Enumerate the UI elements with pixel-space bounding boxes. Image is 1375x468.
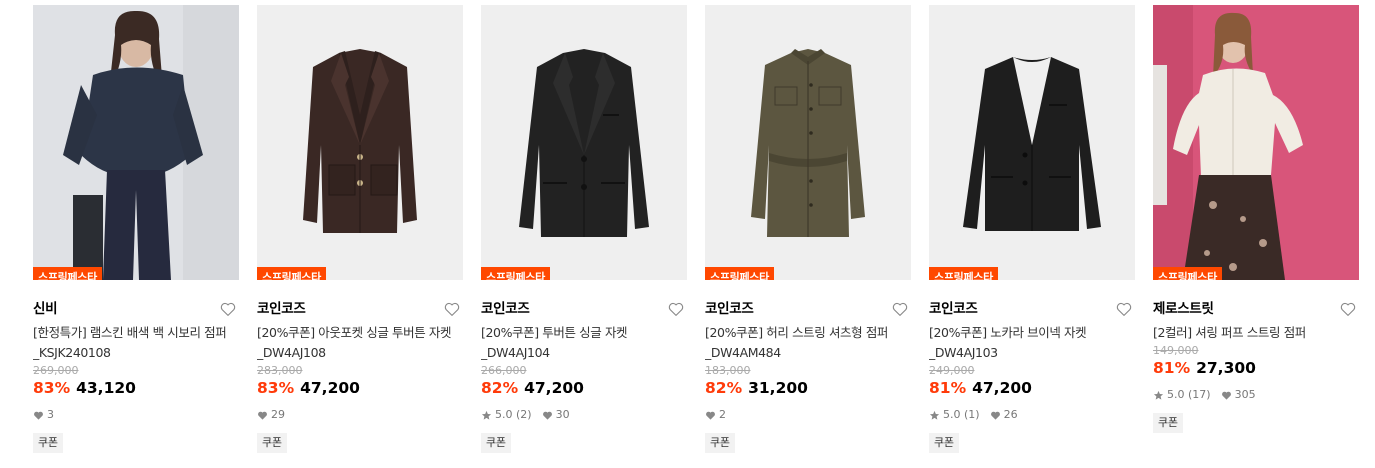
- discount-rate: 83%: [257, 379, 295, 397]
- star-icon: [929, 410, 940, 421]
- discount-rate: 81%: [1153, 359, 1191, 377]
- product-card[interactable]: 스프링페스타 코인코즈 [20%쿠폰] 투버튼 싱글 자켓 _DW4AJ104 …: [481, 5, 687, 453]
- product-title[interactable]: [20%쿠폰] 허리 스트링 셔츠형 점퍼 _DW4AM484: [705, 323, 911, 363]
- like-count: 26: [1003, 408, 1018, 421]
- product-card[interactable]: 스프링페스타 코인코즈 [20%쿠폰] 아웃포켓 싱글 투버튼 자켓_DW4AJ…: [257, 5, 463, 453]
- like-count: 305: [1234, 388, 1256, 401]
- heart-count-icon: [1221, 390, 1232, 401]
- discount-rate: 82%: [705, 379, 743, 397]
- product-image[interactable]: 스프링페스타: [1153, 5, 1359, 280]
- product-card[interactable]: 스프링페스타 신비 [한정특가] 램스킨 배색 백 시보리 점퍼_KSJK240…: [33, 5, 239, 453]
- brand-name[interactable]: 제로스트릿: [1153, 300, 1359, 318]
- coupon-badge: 쿠폰: [33, 433, 63, 453]
- product-meta: 3: [33, 408, 239, 422]
- coupon-badge: 쿠폰: [929, 433, 959, 453]
- original-price: 266,000: [481, 364, 527, 377]
- like-heart-icon[interactable]: [219, 300, 237, 318]
- black-collarless-jacket-image: [929, 5, 1135, 280]
- sale-price: 27,300: [1196, 359, 1256, 377]
- like-heart-icon[interactable]: [1115, 300, 1133, 318]
- product-meta: 29: [257, 408, 463, 422]
- brand-name[interactable]: 코인코즈: [929, 300, 1135, 318]
- brown-blazer-image: [257, 5, 463, 280]
- sale-price: 43,120: [76, 379, 136, 397]
- original-price: 269,000: [33, 364, 79, 377]
- like-count: 3: [47, 408, 54, 421]
- brand-name[interactable]: 코인코즈: [705, 300, 911, 318]
- khaki-shirt-jumper-image: [705, 5, 911, 280]
- discount-rate: 81%: [929, 379, 967, 397]
- product-image[interactable]: 스프링페스타: [929, 5, 1135, 280]
- sale-price: 47,200: [300, 379, 360, 397]
- product-meta: 2: [705, 408, 911, 422]
- heart-count-icon: [990, 410, 1001, 421]
- like-count: 30: [555, 408, 570, 421]
- promo-tag: 스프링페스타: [929, 267, 998, 280]
- product-meta: 5.0 (2) 30: [481, 408, 687, 422]
- model-white-blouse-pink-image: [1153, 5, 1359, 280]
- product-image[interactable]: 스프링페스타: [481, 5, 687, 280]
- heart-count-icon: [705, 410, 716, 421]
- coupon-badge: 쿠폰: [1153, 413, 1183, 433]
- product-image[interactable]: 스프링페스타: [33, 5, 239, 280]
- product-grid: 스프링페스타 신비 [한정특가] 램스킨 배색 백 시보리 점퍼_KSJK240…: [0, 0, 1375, 468]
- black-blazer-image: [481, 5, 687, 280]
- promo-tag: 스프링페스타: [33, 267, 102, 280]
- rating: 5.0 (17): [1167, 388, 1211, 401]
- product-title[interactable]: [20%쿠폰] 아웃포켓 싱글 투버튼 자켓_DW4AJ108: [257, 323, 463, 363]
- original-price: 183,000: [705, 364, 751, 377]
- product-card[interactable]: 스프링페스타 제로스트릿 [2컬러] 셔링 퍼프 스트링 점퍼 149,000 …: [1153, 5, 1359, 433]
- product-meta: 5.0 (1) 26: [929, 408, 1135, 422]
- coupon-badge: 쿠폰: [481, 433, 511, 453]
- original-price: 249,000: [929, 364, 975, 377]
- like-count: 2: [719, 408, 726, 421]
- product-image[interactable]: 스프링페스타: [705, 5, 911, 280]
- like-heart-icon[interactable]: [667, 300, 685, 318]
- rating: 5.0 (1): [943, 408, 980, 421]
- product-image[interactable]: 스프링페스타: [257, 5, 463, 280]
- like-count: 29: [271, 408, 285, 421]
- sale-price: 47,200: [972, 379, 1032, 397]
- rating: 5.0 (2): [495, 408, 532, 421]
- star-icon: [481, 410, 492, 421]
- promo-tag: 스프링페스타: [1153, 267, 1222, 280]
- original-price: 149,000: [1153, 344, 1199, 357]
- discount-rate: 82%: [481, 379, 519, 397]
- promo-tag: 스프링페스타: [705, 267, 774, 280]
- sale-price: 47,200: [524, 379, 584, 397]
- product-card[interactable]: 스프링페스타 코인코즈 [20%쿠폰] 허리 스트링 셔츠형 점퍼 _DW4AM…: [705, 5, 911, 453]
- heart-count-icon: [257, 410, 268, 421]
- heart-count-icon: [33, 410, 44, 421]
- product-meta: 5.0 (17) 305: [1153, 388, 1359, 402]
- coupon-badge: 쿠폰: [705, 433, 735, 453]
- discount-rate: 83%: [33, 379, 71, 397]
- sale-price: 31,200: [748, 379, 808, 397]
- like-heart-icon[interactable]: [891, 300, 909, 318]
- promo-tag: 스프링페스타: [481, 267, 550, 280]
- brand-name[interactable]: 신비: [33, 300, 239, 318]
- product-title[interactable]: [20%쿠폰] 투버튼 싱글 자켓 _DW4AJ104: [481, 323, 687, 363]
- product-title[interactable]: [한정특가] 램스킨 배색 백 시보리 점퍼_KSJK240108: [33, 323, 239, 363]
- like-heart-icon[interactable]: [1339, 300, 1357, 318]
- product-title[interactable]: [20%쿠폰] 노카라 브이넥 자켓 _DW4AJ103: [929, 323, 1135, 363]
- original-price: 283,000: [257, 364, 303, 377]
- model-navy-jacket-image: [33, 5, 239, 280]
- promo-tag: 스프링페스타: [257, 267, 326, 280]
- brand-name[interactable]: 코인코즈: [257, 300, 463, 318]
- product-card[interactable]: 스프링페스타 코인코즈 [20%쿠폰] 노카라 브이넥 자켓 _DW4AJ103…: [929, 5, 1135, 453]
- brand-name[interactable]: 코인코즈: [481, 300, 687, 318]
- heart-count-icon: [542, 410, 553, 421]
- product-title[interactable]: [2컬러] 셔링 퍼프 스트링 점퍼: [1153, 323, 1359, 343]
- like-heart-icon[interactable]: [443, 300, 461, 318]
- coupon-badge: 쿠폰: [257, 433, 287, 453]
- star-icon: [1153, 390, 1164, 401]
